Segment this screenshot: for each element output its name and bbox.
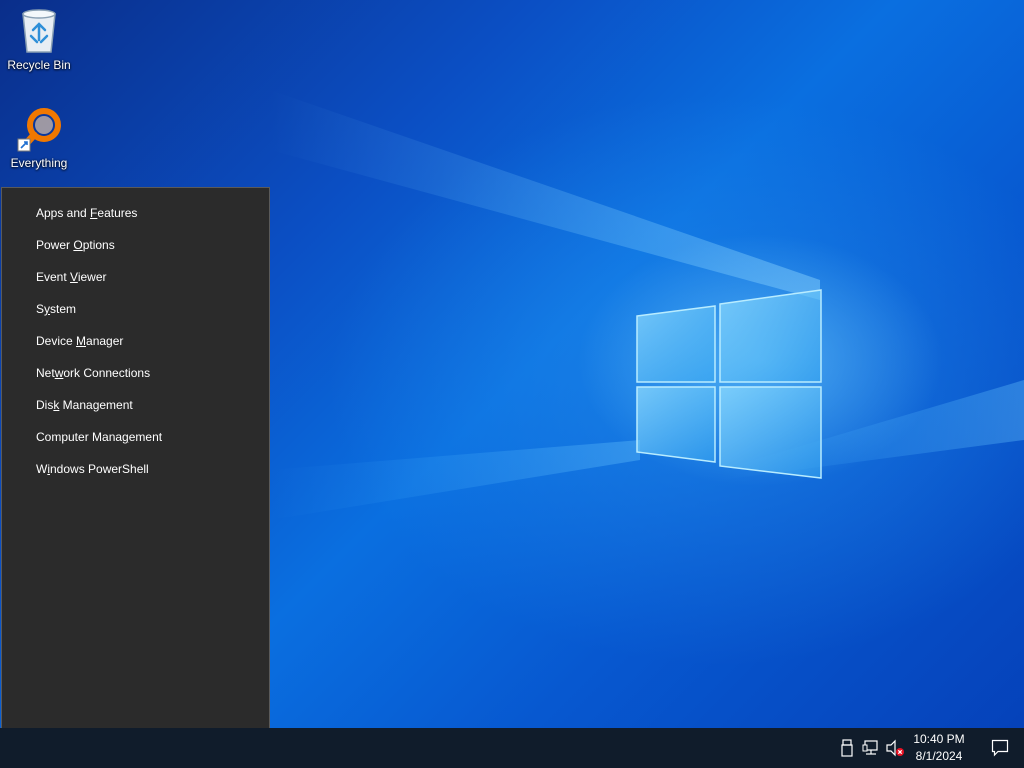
menu-item[interactable]: Power Options	[2, 229, 269, 261]
menu-item-text: eatures	[97, 206, 138, 220]
menu-item-text: ndows PowerShell	[50, 462, 149, 476]
quick-link-menu-list: Apps and Features Power Options Event View…	[2, 188, 269, 485]
menu-item-text: Apps and	[36, 206, 91, 220]
menu-item[interactable]: Computer Management	[2, 421, 269, 453]
menu-item-text: Computer Mana	[36, 430, 123, 444]
taskbar: 10:40 PM 8/1/2024	[0, 728, 1024, 768]
network-icon[interactable]	[862, 739, 880, 757]
menu-item-text: Event	[36, 270, 71, 284]
clock-time: 10:40 PM	[913, 732, 965, 746]
recycle-bin-icon	[22, 9, 56, 53]
menu-item-text: W	[36, 462, 48, 476]
volume-muted-icon[interactable]	[885, 739, 905, 757]
menu-item[interactable]: Apps and Features	[2, 197, 269, 229]
action-center-button[interactable]	[976, 728, 1024, 768]
quick-link-menu: Apps and Features Power Options Event View…	[1, 187, 270, 767]
menu-item-text: ptions	[82, 238, 115, 252]
taskbar-clock[interactable]: 10:40 PM 8/1/2024	[905, 731, 973, 765]
menu-item-access-key: V	[70, 270, 78, 284]
menu-item-text: Management	[59, 398, 133, 412]
menu-item-text: ork Connections	[63, 366, 151, 380]
menu-item-text: Power	[36, 238, 74, 252]
menu-item[interactable]: Device Manager	[2, 325, 269, 357]
everything-search-icon	[17, 108, 61, 152]
clock-date: 8/1/2024	[915, 749, 963, 763]
menu-item-access-key: M	[76, 334, 87, 348]
menu-item[interactable]: System	[2, 293, 269, 325]
menu-item-access-key: g	[122, 430, 129, 444]
menu-item[interactable]: Event Viewer	[2, 261, 269, 293]
menu-item-text: Device	[36, 334, 77, 348]
menu-item[interactable]: Disk Management	[2, 389, 269, 421]
desktop: Recycle Bin Everything Apps and Features…	[0, 0, 1024, 768]
menu-item-text: stem	[50, 302, 77, 316]
menu-item-text: iewer	[77, 270, 107, 284]
usb-drive-icon[interactable]	[840, 739, 854, 757]
menu-item-text: ement	[128, 430, 163, 444]
menu-item[interactable]: Network Connections	[2, 357, 269, 389]
menu-item-text: anager	[86, 334, 124, 348]
menu-item-text: Net	[36, 366, 55, 380]
action-center-icon	[991, 739, 1009, 757]
everything-label: Everything	[10, 156, 68, 170]
menu-item[interactable]: Windows PowerShell	[2, 453, 269, 485]
menu-item-text: Dis	[36, 398, 54, 412]
menu-item-access-key: O	[73, 238, 83, 252]
recycle-bin-label: Recycle Bin	[7, 58, 71, 72]
menu-item-text: S	[36, 302, 45, 316]
recycle-bin-shortcut[interactable]: Recycle Bin	[1, 6, 77, 72]
everything-shortcut[interactable]: Everything	[1, 106, 77, 170]
